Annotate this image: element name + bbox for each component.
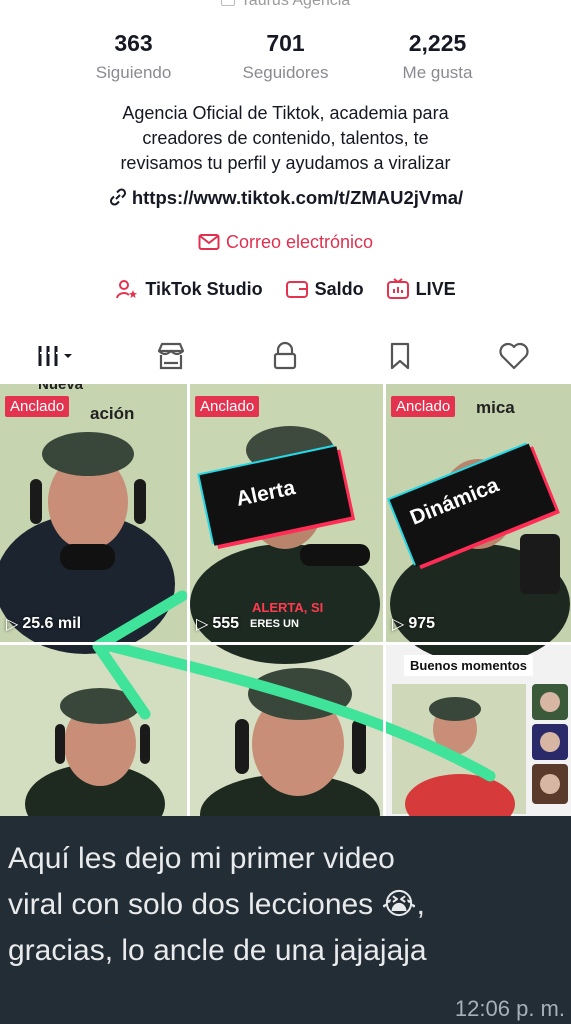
message-line: viral con solo dos lecciones 😭, [8, 888, 425, 921]
shop-icon [158, 342, 185, 370]
tab-videos[interactable] [27, 338, 87, 374]
video-item[interactable] [0, 645, 187, 816]
likes-label: Me gusta [402, 63, 473, 82]
account-icon [220, 0, 235, 6]
profile-name: Taurus Agencia [0, 0, 571, 10]
sticker-label: Dinámica [406, 473, 503, 530]
likes-count: 2,225 [408, 30, 467, 56]
video-item[interactable]: Anclado Alerta ALERTA, SI ERES UN ▷ 555 [190, 384, 383, 642]
profile-bio: Agencia Oficial de Tiktok, academia para… [0, 101, 571, 176]
video-overlay-text: ación [90, 404, 135, 423]
pinned-badge: Anclado [391, 396, 456, 417]
creator-tools: TikTok Studio Saldo LIVE [0, 277, 571, 301]
tab-shop[interactable] [141, 338, 201, 374]
heart-icon [499, 342, 529, 370]
profile-tabs [0, 336, 571, 376]
video-item[interactable]: Nueva ación Anclado ▷ 25.6 mil [0, 384, 187, 642]
play-icon: ▷ [6, 616, 19, 633]
stat-followers[interactable]: 701 Seguidores [210, 30, 362, 83]
video-overlay-text: mica [476, 398, 515, 417]
followers-label: Seguidores [242, 63, 329, 82]
video-item[interactable]: Buenos momentos [386, 645, 571, 816]
person-star-icon [116, 280, 138, 299]
following-label: Siguiendo [95, 63, 172, 82]
following-count: 363 [114, 30, 153, 56]
videos-grid-icon [38, 346, 73, 366]
pinned-badge: Anclado [5, 396, 70, 417]
link-icon [109, 188, 126, 206]
bio-line: creadores de contenido, talentos, te [142, 128, 429, 148]
live-tv-icon [386, 278, 409, 299]
video-grid: Nueva ación Anclado ▷ 25.6 mil Anclado Al… [0, 384, 571, 816]
profile-link[interactable]: https://www.tiktok.com/t/ZMAU2jVma/ [0, 187, 571, 209]
tab-private[interactable] [255, 338, 315, 374]
pinned-badge: Anclado [195, 396, 260, 417]
video-caption: ALERTA, SI [252, 600, 324, 615]
video-item[interactable]: mica Anclado Dinámica ▷ 975 [386, 384, 571, 642]
message-line: gracias, lo ancle de una jajajaja [8, 934, 427, 967]
wallet-icon [285, 281, 308, 298]
sticker-label: Alerta [234, 476, 298, 511]
lock-icon [274, 341, 297, 370]
play-icon: ▷ [392, 616, 405, 633]
mail-icon [198, 234, 220, 250]
bookmark-icon [390, 342, 409, 370]
live-button[interactable]: LIVE [386, 277, 456, 301]
view-count: ▷ 555 [196, 615, 240, 633]
bio-line: revisamos tu perfil y ayudamos a viraliz… [120, 153, 451, 173]
balance-button[interactable]: Saldo [285, 277, 364, 301]
tiktok-studio-button[interactable]: TikTok Studio [115, 277, 263, 301]
stat-likes[interactable]: 2,225 Me gusta [362, 30, 514, 83]
tab-saved[interactable] [370, 338, 430, 374]
followers-count: 701 [266, 30, 305, 56]
video-caption: ERES UN [250, 618, 299, 630]
message-line: Aquí les dejo mi primer video [8, 842, 395, 875]
view-count: ▷ 25.6 mil [6, 615, 82, 633]
play-icon: ▷ [196, 616, 209, 633]
message-text: Aquí les dejo mi primer video viral con … [8, 836, 568, 974]
email-button[interactable]: Correo electrónico [0, 232, 571, 253]
bio-line: Agencia Oficial de Tiktok, academia para [122, 103, 449, 123]
video-item[interactable] [190, 645, 383, 816]
view-count: ▷ 975 [392, 615, 436, 633]
stat-following[interactable]: 363 Siguiendo [58, 30, 210, 83]
chat-message: Aquí les dejo mi primer video viral con … [0, 816, 571, 1024]
tab-liked[interactable] [484, 338, 544, 374]
profile-stats: 363 Siguiendo 701 Seguidores 2,225 Me gu… [0, 30, 571, 83]
message-timestamp: 12:06 p. m. [454, 996, 565, 1021]
collage-banner: Buenos momentos [404, 655, 534, 676]
video-overlay-text: Nueva [38, 384, 84, 393]
